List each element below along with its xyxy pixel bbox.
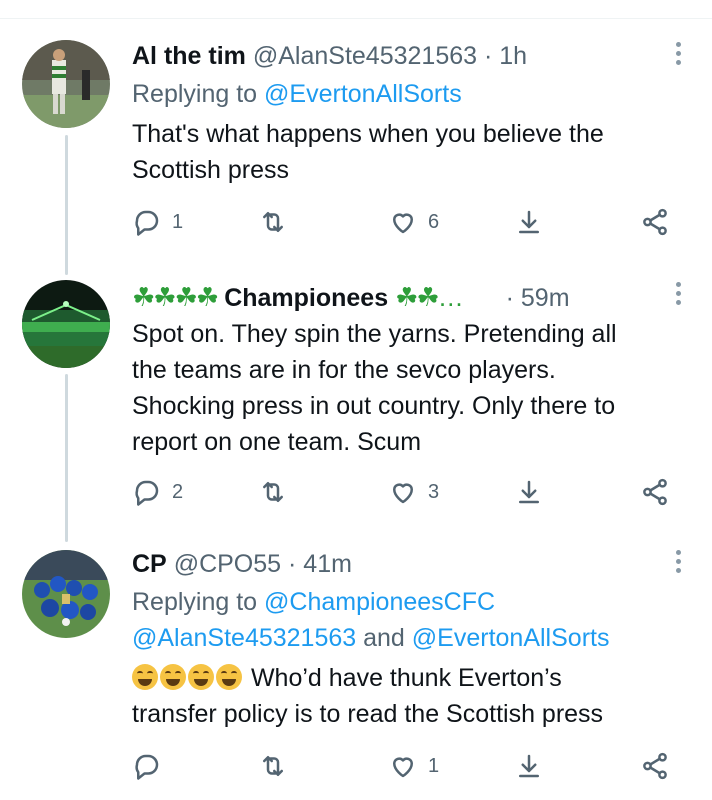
like-icon <box>393 213 413 234</box>
and-label: and <box>363 624 405 652</box>
more-icon[interactable] <box>676 550 682 577</box>
tweet-text: Who’d have thunk Everton’s transfer poli… <box>132 660 682 732</box>
reply-icon <box>135 480 159 506</box>
replying-to-label: Replying to <box>132 588 258 616</box>
like-count: 6 <box>428 210 440 233</box>
replying-to-label: Replying to <box>132 80 258 108</box>
tweet-text-line: Who’d have thunk Everton’s <box>132 660 682 696</box>
timestamp[interactable]: 59m <box>521 284 570 312</box>
more-icon[interactable] <box>676 42 682 69</box>
retweet-button[interactable] <box>258 476 298 508</box>
retweet-button[interactable] <box>258 750 298 782</box>
tweet-text: Spot on. They spin the yarns. Pretending… <box>132 316 682 460</box>
tweet-header: Al the tim @AlanSte45321563 · 1h <box>132 42 672 71</box>
tweet-text-line: the teams are in for the sevco players. <box>132 356 556 384</box>
separator-dot: · <box>483 42 493 70</box>
like-button[interactable]: 6 <box>388 206 439 238</box>
separator-dot: · <box>505 284 514 312</box>
tweet-text-line: Shocking press in out country. Only ther… <box>132 392 616 420</box>
separator-dot: · <box>288 550 297 578</box>
timestamp[interactable]: 41m <box>303 550 352 578</box>
reply-button[interactable] <box>132 750 172 782</box>
mention-link[interactable]: @EvertonAllSorts <box>412 624 610 652</box>
mention-link[interactable]: @ChampioneesCFC <box>264 588 495 616</box>
tweet-text-line: Scottish press <box>132 156 290 184</box>
retweet-button[interactable] <box>258 206 298 238</box>
tweet[interactable]: ☘☘☘☘ Championees ☘☘… · 59m Spot on. They… <box>0 270 712 540</box>
tweet-text-line: Spot on. They spin the yarns. Pretending… <box>132 320 617 348</box>
action-bar: 1 <box>132 750 672 782</box>
reply-button[interactable]: 2 <box>132 476 183 508</box>
download-icon <box>519 480 539 504</box>
mention-link[interactable]: @AlanSte45321563 <box>132 624 356 652</box>
laughing-emoji-icon <box>132 664 158 690</box>
like-count: 1 <box>428 754 440 777</box>
replying-to: Replying to @ChampioneesCFC @AlanSte4532… <box>132 584 682 656</box>
tweet-text-line: That's what happens when you believe the <box>132 120 604 148</box>
like-icon <box>393 483 413 504</box>
tweet-text: That's what happens when you believe the… <box>132 116 682 188</box>
timestamp[interactable]: 1h <box>499 42 527 70</box>
share-button[interactable] <box>640 476 670 508</box>
tweet-header: ☘☘☘☘ Championees ☘☘… · 59m <box>132 282 672 313</box>
tweet-text-line: transfer policy is to read the Scottish … <box>132 700 604 728</box>
tweet-text-line: report on one team. Scum <box>132 428 422 456</box>
share-icon <box>643 478 667 506</box>
display-name[interactable]: Al the tim <box>132 42 246 70</box>
avatar[interactable] <box>22 280 110 368</box>
action-bar: 2 3 <box>132 476 672 508</box>
like-icon <box>393 757 413 778</box>
handle[interactable]: @CPO55 <box>174 550 281 578</box>
tweet-text-segment: Who’d have thunk Everton’s <box>250 664 562 692</box>
handle[interactable]: @AlanSte45321563 <box>253 42 477 70</box>
download-button[interactable] <box>514 476 544 508</box>
avatar[interactable] <box>22 40 110 128</box>
laughing-emoji-icon <box>160 664 186 690</box>
retweet-icon <box>263 212 283 232</box>
like-button[interactable]: 1 <box>388 750 439 782</box>
download-icon <box>519 754 539 778</box>
reply-button[interactable]: 1 <box>132 206 183 238</box>
like-button[interactable]: 3 <box>388 476 439 508</box>
download-button[interactable] <box>514 750 544 782</box>
mention-link[interactable]: @EvertonAllSorts <box>264 80 462 108</box>
retweet-icon <box>263 756 283 776</box>
avatar[interactable] <box>22 550 110 638</box>
action-bar: 1 6 <box>132 206 672 238</box>
display-name[interactable]: Championees <box>224 284 388 312</box>
share-button[interactable] <box>640 750 670 782</box>
tweet-header: CP @CPO55 · 41m <box>132 550 672 579</box>
reply-icon <box>135 210 159 236</box>
replying-to: Replying to @EvertonAllSorts <box>132 76 682 112</box>
reply-count: 2 <box>172 480 184 503</box>
clover-icons: ☘☘☘☘ <box>132 282 219 312</box>
more-icon[interactable] <box>676 282 682 309</box>
share-icon <box>643 752 667 780</box>
retweet-icon <box>263 482 283 502</box>
clover-icons: ☘☘… <box>395 282 464 312</box>
reply-count: 1 <box>172 210 184 233</box>
download-icon <box>519 210 539 234</box>
laughing-emoji-icon <box>216 664 242 690</box>
display-name[interactable]: CP <box>132 550 167 578</box>
like-count: 3 <box>428 480 440 503</box>
share-button[interactable] <box>640 206 670 238</box>
share-icon <box>643 208 667 236</box>
laughing-emoji-icon <box>188 664 214 690</box>
download-button[interactable] <box>514 206 544 238</box>
tweet[interactable]: CP @CPO55 · 41m Replying to @Championees… <box>0 540 712 800</box>
tweet[interactable]: Al the tim @AlanSte45321563 · 1h Replyin… <box>0 0 712 270</box>
reply-icon <box>135 754 159 780</box>
